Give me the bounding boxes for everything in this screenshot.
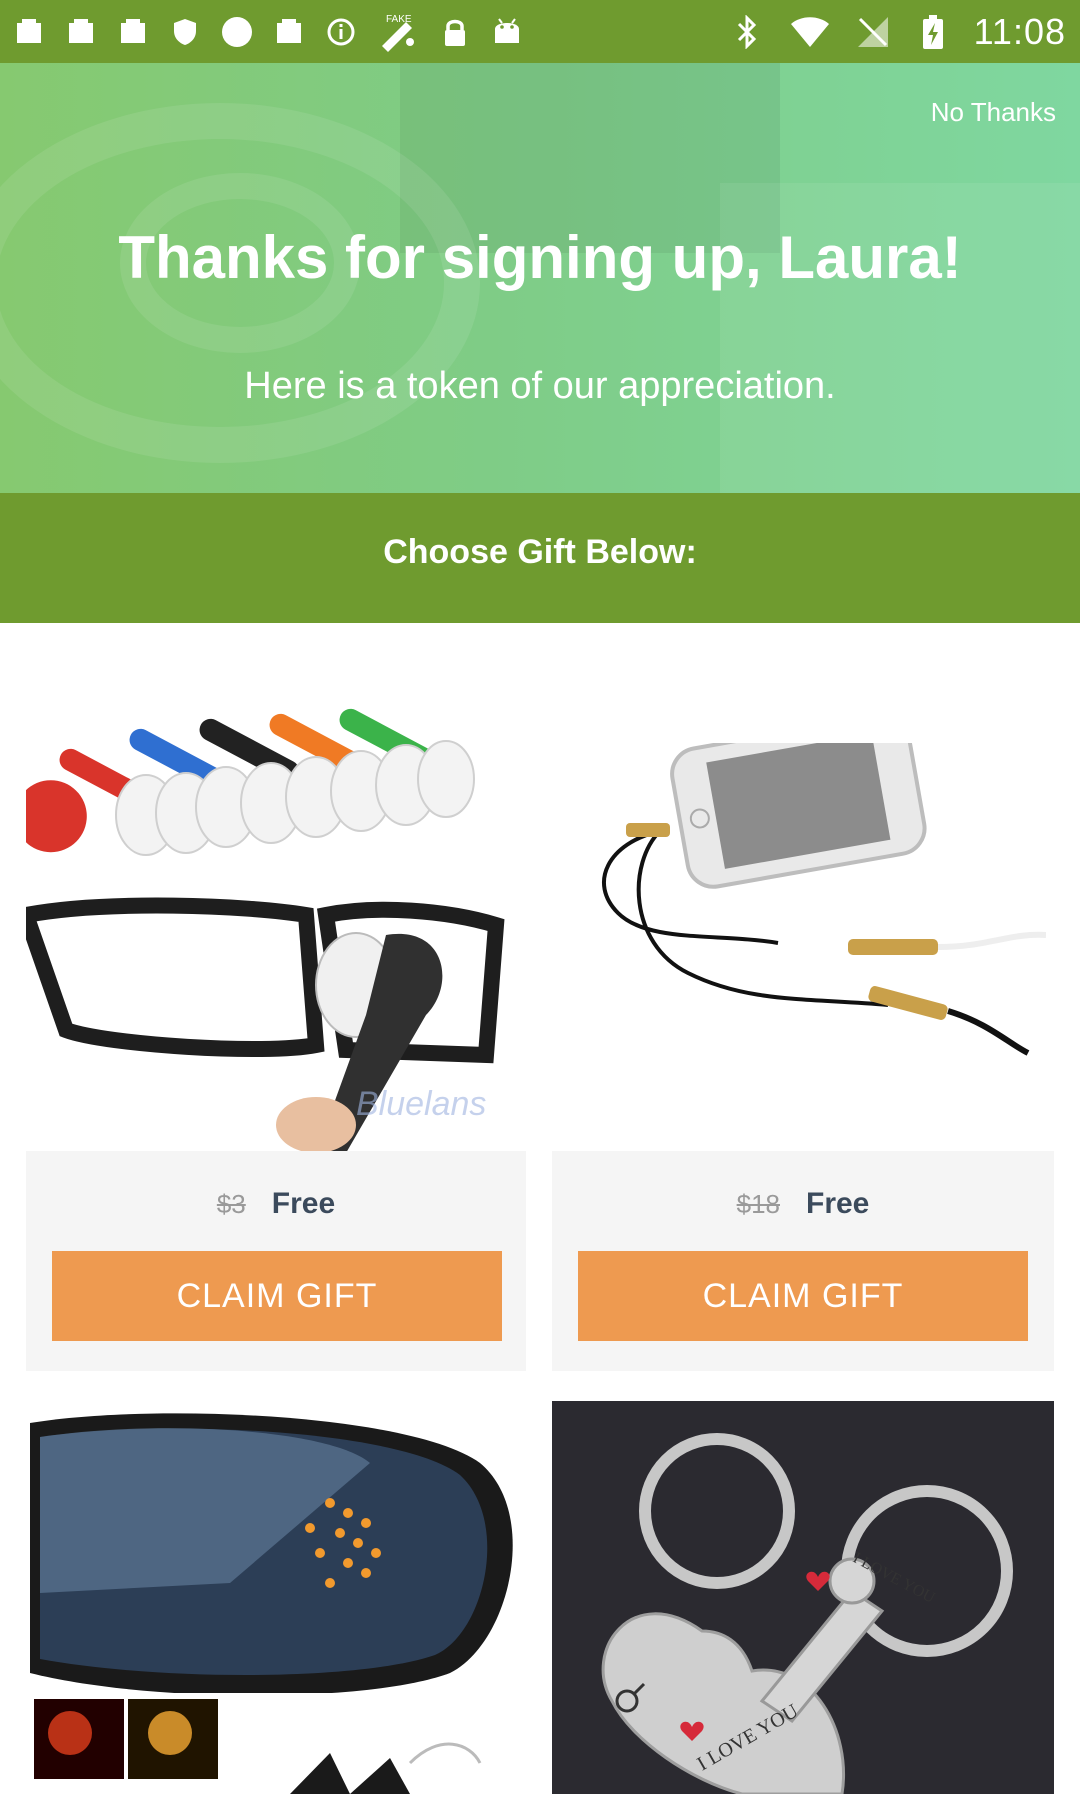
gift-price: Free (271, 1187, 336, 1220)
notification-icon (114, 13, 152, 51)
page-title: Thanks for signing up, Laura! (118, 224, 962, 291)
gift-offer-overlay: No Thanks Thanks for signing up, Laura! … (0, 63, 1080, 1794)
hero-banner: No Thanks Thanks for signing up, Laura! … (0, 63, 1080, 493)
gift-image-car-mirror[interactable] (30, 1403, 524, 1794)
choose-gift-label: Choose Gift Below: (383, 533, 697, 571)
no-thanks-button[interactable]: No Thanks (931, 97, 1056, 128)
page-subtitle: Here is a token of our appreciation. (244, 365, 836, 407)
status-bar-left-icons: FAKE (10, 10, 526, 54)
fake-gps-icon: FAKE (374, 13, 422, 52)
gift-card-info: $18 Free CLAIM GIFT (552, 1151, 1054, 1371)
gift-price: Free (806, 1187, 870, 1220)
battery-charging-icon (914, 13, 952, 51)
notification-icon (62, 13, 100, 51)
notification-icon (270, 13, 308, 51)
bluetooth-icon (728, 13, 766, 51)
price-row: $3 Free (26, 1187, 526, 1221)
gift-card-info: $3 Free CLAIM GIFT (26, 1151, 526, 1371)
gift-image-audio-splitter[interactable] (568, 743, 1046, 1061)
status-bar-right-icons: 11:08 (728, 8, 1066, 56)
clock: 11:08 (973, 11, 1066, 52)
lock-icon (436, 13, 474, 51)
choose-gift-band: Choose Gift Below: (0, 493, 1080, 623)
image-watermark: Bluelans (356, 1085, 486, 1123)
original-price: $18 (736, 1188, 780, 1219)
status-bar: FAKE 11:08 (0, 0, 1080, 63)
gift-image-eyeglass-cleaner[interactable]: Bluelans (26, 685, 524, 1153)
original-price: $3 (216, 1188, 246, 1219)
fake-gps-label: FAKE (386, 14, 412, 25)
circle-icon (218, 13, 256, 51)
wifi-icon (788, 13, 832, 51)
info-icon (322, 13, 360, 51)
gift-image-heart-keychain[interactable]: I LOVE YOU I LOVE YOU (552, 1401, 1054, 1794)
price-row: $18 Free (552, 1187, 1054, 1221)
notification-icon (10, 13, 48, 51)
shield-icon (166, 13, 204, 51)
no-signal-icon (854, 13, 892, 51)
android-icon (488, 13, 526, 51)
claim-gift-button[interactable]: CLAIM GIFT (52, 1251, 502, 1341)
claim-gift-button[interactable]: CLAIM GIFT (578, 1251, 1028, 1341)
